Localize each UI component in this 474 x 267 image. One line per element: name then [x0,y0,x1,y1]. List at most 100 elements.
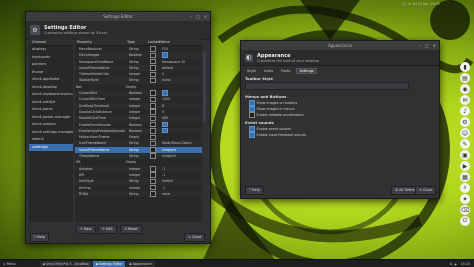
locked-checkbox[interactable] [150,153,156,159]
dock-trash-icon[interactable]: ⌫ [460,205,470,215]
appearance-help-button[interactable]: ? Help [245,186,264,195]
dock-settings-icon[interactable]: ⚙ [460,117,470,127]
dock-power-icon[interactable]: ⏻ [460,216,470,226]
dock-chat-icon[interactable]: ☺ [460,128,470,138]
network-icon[interactable]: ≋ [408,2,411,6]
close-icon[interactable]: × [204,14,207,19]
plus-icon: + [80,227,83,231]
locked-checkbox[interactable] [150,71,156,78]
channel-item[interactable]: xfce4-power-manager [29,114,73,122]
settings-editor-titlebar[interactable]: Settings Editor – □ × [26,12,210,21]
channel-item[interactable]: xsettings [29,143,73,151]
value-checkbox[interactable] [162,90,168,96]
option-checkbox[interactable] [249,126,255,132]
appearance-maximize-icon[interactable]: □ [425,43,429,48]
channel-item[interactable]: xfwm4 [29,136,73,144]
locked-checkbox[interactable] [150,46,156,52]
locked-checkbox[interactable] [150,178,156,185]
top-clock[interactable]: Fri 15 Jan, 15:25 [413,2,440,6]
dock-calendar-icon[interactable]: ▦ [460,172,470,182]
channel-item[interactable]: xfce4-session [29,121,73,129]
option-checkbox[interactable] [249,112,255,118]
table-row[interactable]: RGBA String none [75,190,202,198]
volume-icon[interactable]: 🔊 [402,2,406,6]
locked-checkbox[interactable] [150,96,156,103]
edit-button[interactable]: ✎ Edit [98,225,117,234]
tab-fonts[interactable]: Fonts [279,69,292,73]
channel-item[interactable]: xfce4-desktop [29,84,73,92]
channel-item[interactable]: xfce4-appfinder [29,76,73,84]
appearance-close-button-icon: × [419,188,422,192]
locked-checkbox[interactable] [150,90,156,96]
dock-image-icon[interactable]: ▣ [460,150,470,160]
appearance-titlebar[interactable]: Appearance – □ × [241,41,439,50]
option-checkbox[interactable] [249,100,255,106]
dock-store-icon[interactable]: ✦ [460,194,470,204]
channel-item[interactable]: displays [29,46,73,54]
column-value[interactable]: Value [158,39,170,45]
dock-browser-icon[interactable]: ◉ [460,84,470,94]
value-checkbox[interactable] [162,127,168,134]
value-checkbox[interactable] [162,52,168,58]
channel-item[interactable]: pointers [29,61,73,69]
dock-search-icon[interactable]: ⌕ [460,183,470,193]
dock-editor-icon[interactable]: ✎ [460,139,470,149]
locked-checkbox[interactable] [150,77,156,84]
help-button[interactable]: ? Help [30,233,49,242]
locked-checkbox[interactable] [150,166,156,172]
appearance-close-icon[interactable]: × [433,43,436,48]
dock-music-icon[interactable]: ♪ [460,106,470,116]
dock-mail-icon[interactable]: ✉ [460,95,470,105]
option-checkbox[interactable] [249,132,255,138]
dock-terminal-icon[interactable]: ▮ [460,62,470,72]
dock-files-icon[interactable]: ▤ [460,73,470,83]
panel-network-icon[interactable]: ⇅ [450,262,453,266]
locked-checkbox[interactable] [150,172,156,178]
locked-checkbox[interactable] [150,134,156,141]
locked-checkbox[interactable] [150,115,156,122]
value-checkbox[interactable] [162,121,168,128]
panel-clock[interactable]: 15:25 [460,262,470,266]
row-value[interactable]: none [162,191,202,197]
minimize-icon[interactable]: – [190,14,192,19]
option-row[interactable]: Enable editable accelerators [241,112,439,118]
locked-checkbox[interactable] [150,128,156,134]
new-button[interactable]: + New [76,225,96,234]
locked-checkbox[interactable] [150,65,156,71]
panel-tray: ⇅ 🔈 15:25 [450,262,470,266]
panel-volume-icon[interactable]: 🔈 [454,262,458,266]
option-row[interactable]: Enable input feedback sounds [241,132,439,138]
tab-settings[interactable]: Settings [296,68,317,74]
locked-checkbox[interactable] [150,184,156,191]
maximize-icon[interactable]: □ [196,14,200,19]
locked-checkbox[interactable] [150,140,156,147]
column-locked[interactable]: Locked [146,39,160,45]
column-type[interactable]: Type [125,39,146,45]
locked-checkbox[interactable] [150,191,156,197]
reset-button[interactable]: ↺ Reset [120,225,142,234]
locked-checkbox[interactable] [150,58,156,65]
locked-checkbox[interactable] [150,52,156,59]
option-checkbox[interactable] [249,106,255,112]
appearance-close-button[interactable]: × Close [415,186,437,195]
locked-checkbox[interactable] [150,121,156,128]
tab-icons[interactable]: Icons [262,69,275,73]
channel-column-header[interactable]: Channel [29,39,73,46]
appearance-minimize-icon[interactable]: – [419,43,421,48]
channel-item[interactable]: xfce4-notifyd [29,99,73,107]
channel-item[interactable]: xfce4-keyboard-shortcuts [29,91,73,99]
channel-item[interactable]: keyboards [29,54,73,62]
channel-item[interactable]: thunar [29,69,73,77]
channel-item[interactable]: xfce4-panel [29,106,73,114]
tab-style[interactable]: Style [245,69,258,73]
locked-checkbox[interactable] [150,147,156,153]
dock-video-icon[interactable]: ▶ [460,161,470,171]
toolbar-style-combo[interactable] [245,82,409,90]
channel-item[interactable]: xfce4-settings-manager [29,129,73,137]
locked-checkbox[interactable] [150,109,156,115]
column-property[interactable]: Property [75,39,125,45]
locked-checkbox[interactable] [150,103,156,109]
close-button[interactable]: × Close [184,233,206,242]
edit-button-label: Edit [105,227,113,231]
property-table-scrollbar[interactable] [203,52,206,122]
